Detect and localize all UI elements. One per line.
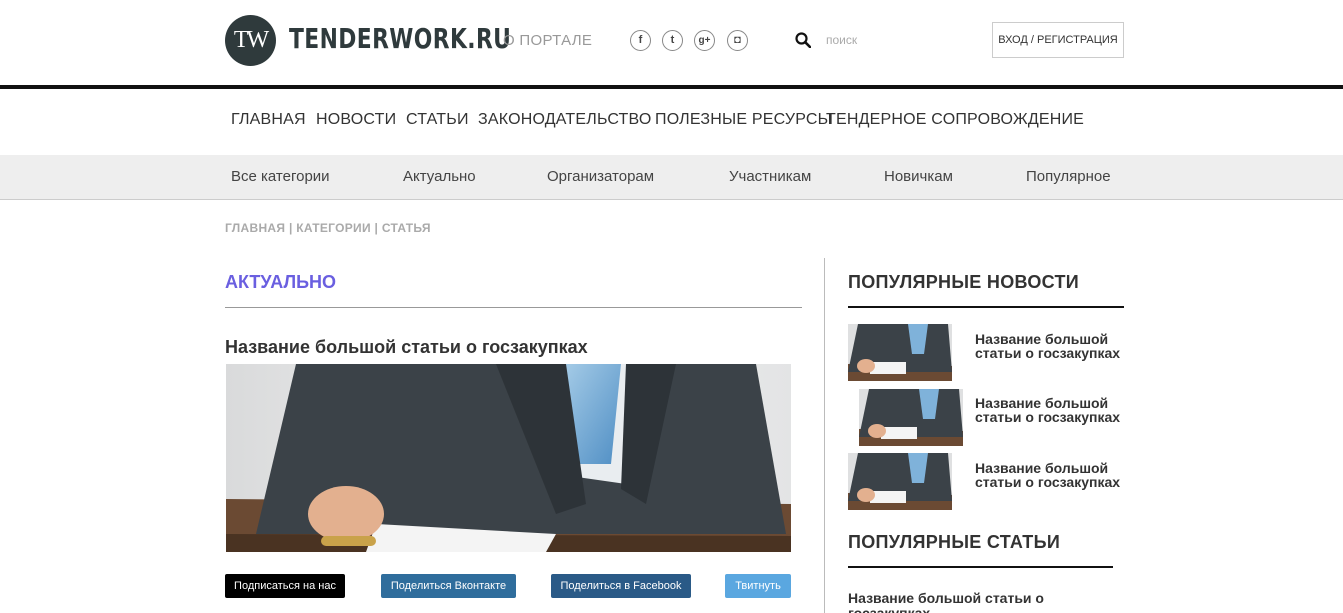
popular-news-item[interactable]: Название большой статьи о госзакупках <box>975 461 1135 489</box>
category-participants[interactable]: Участникам <box>729 168 811 185</box>
logo-icon[interactable]: TW <box>225 15 276 66</box>
nav-item-legislation[interactable]: ЗАКОНОДАТЕЛЬСТВО <box>478 111 652 129</box>
section-title: АКТУАЛЬНО <box>225 272 337 292</box>
popular-news-item[interactable]: Название большой статьи о госзакупках <box>975 332 1135 360</box>
category-actual[interactable]: Актуально <box>403 168 476 185</box>
search-icon[interactable] <box>795 32 811 48</box>
nav-item-articles[interactable]: СТАТЬИ <box>406 111 469 129</box>
subscribe-button[interactable]: Подписаться на нас <box>225 574 345 598</box>
login-register-button[interactable]: ВХОД / РЕГИСТРАЦИЯ <box>992 22 1124 58</box>
news-thumbnail[interactable] <box>848 453 952 510</box>
category-popular[interactable]: Популярное <box>1026 168 1111 185</box>
popular-articles-divider <box>848 566 1113 568</box>
twitter-icon[interactable]: t <box>662 30 683 51</box>
article-title[interactable]: Название большой статьи о госзакупках <box>225 337 588 358</box>
article-image[interactable] <box>226 364 791 552</box>
instagram-icon[interactable]: ◘ <box>727 30 748 51</box>
nav-item-resources[interactable]: ПОЛЕЗНЫЕ РЕСУРСЫ <box>655 111 832 129</box>
news-thumbnail[interactable] <box>848 324 952 381</box>
category-navigation: Все категории Актуально Организаторам Уч… <box>0 155 1343 200</box>
search-input[interactable]: поиск <box>826 33 857 47</box>
main-navigation: ГЛАВНАЯ НОВОСТИ СТАТЬИ ЗАКОНОДАТЕЛЬСТВО … <box>0 89 1343 155</box>
logo-text[interactable]: TENDERWORK.RU <box>289 22 511 55</box>
popular-news-divider <box>848 306 1124 308</box>
about-link[interactable]: О ПОРТАЛЕ <box>503 32 592 49</box>
nav-item-tender-support[interactable]: ТЕНДЕРНОЕ СОПРОВОЖДЕНИЕ <box>826 111 1084 129</box>
column-divider <box>824 258 825 613</box>
news-thumbnail[interactable] <box>859 389 963 446</box>
popular-news-item[interactable]: Название большой статьи о госзакупках <box>975 396 1135 424</box>
site-header: TW TENDERWORK.RU О ПОРТАЛЕ f t g+ ◘ поис… <box>0 0 1343 85</box>
tweet-button[interactable]: Твитнуть <box>725 574 791 598</box>
category-all[interactable]: Все категории <box>231 168 330 185</box>
nav-item-home[interactable]: ГЛАВНАЯ <box>231 111 306 129</box>
share-vk-button[interactable]: Поделиться Вконтакте <box>381 574 516 598</box>
share-facebook-button[interactable]: Поделиться в Facebook <box>551 574 691 598</box>
popular-news-title: ПОПУЛЯРНЫЕ НОВОСТИ <box>848 272 1080 292</box>
popular-article-item[interactable]: Название большой статьи о госзакупках <box>848 591 1078 613</box>
breadcrumb[interactable]: ГЛАВНАЯ | КАТЕГОРИИ | СТАТЬЯ <box>225 221 431 235</box>
nav-item-news[interactable]: НОВОСТИ <box>316 111 396 129</box>
facebook-icon[interactable]: f <box>630 30 651 51</box>
google-plus-icon[interactable]: g+ <box>694 30 715 51</box>
section-divider <box>225 307 802 308</box>
popular-articles-title: ПОПУЛЯРНЫЕ СТАТЬИ <box>848 532 1061 552</box>
category-organizers[interactable]: Организаторам <box>547 168 654 185</box>
category-newcomers[interactable]: Новичкам <box>884 168 953 185</box>
